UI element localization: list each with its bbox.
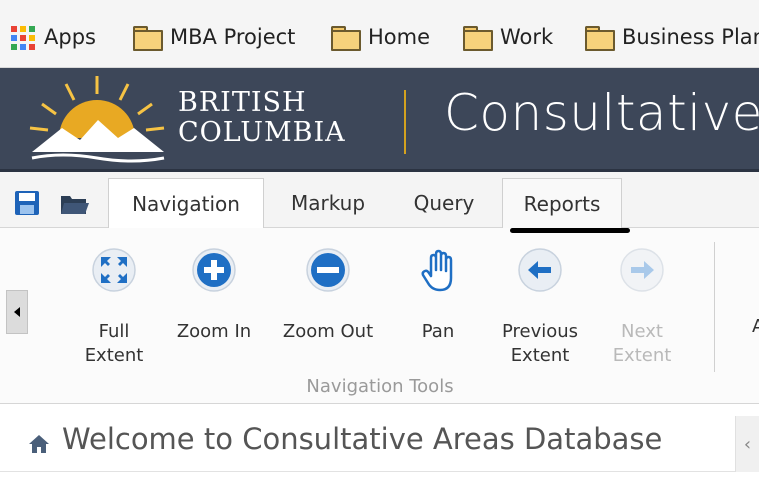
bc-wordmark-line2: COLUMBIA bbox=[178, 117, 346, 148]
tab-query[interactable]: Query bbox=[394, 178, 494, 228]
tool-label-line2: Extent bbox=[84, 345, 144, 366]
bookmarks-bar: Apps MBA Project Home Work Business Plan bbox=[0, 0, 759, 68]
open-folder-icon[interactable] bbox=[60, 192, 90, 216]
app-title: Consultative Areas Database bbox=[444, 84, 759, 142]
tab-navigation[interactable]: Navigation bbox=[108, 178, 264, 229]
tool-label-line2: Extent bbox=[612, 345, 672, 366]
previous-extent-icon bbox=[518, 248, 562, 292]
next-extent-icon bbox=[620, 248, 664, 292]
zoom-in-button[interactable]: Zoom In bbox=[164, 246, 264, 344]
tool-label: Zoom Out bbox=[278, 320, 378, 344]
welcome-panel: Welcome to Consultative Areas Database ‹ bbox=[0, 404, 759, 477]
tab-reports[interactable]: Reports bbox=[502, 178, 622, 228]
tool-label-line1: Pan bbox=[421, 321, 455, 342]
bookmark-label: Apps bbox=[44, 25, 96, 49]
zoom-out-icon bbox=[306, 248, 350, 292]
ribbon-group-label: Navigation Tools bbox=[306, 376, 454, 397]
bookmark-mba-project[interactable]: MBA Project bbox=[132, 22, 295, 52]
annotation-underline bbox=[510, 228, 630, 233]
tool-label: Next Extent bbox=[592, 320, 692, 368]
full-extent-button[interactable]: Full Extent bbox=[64, 246, 164, 368]
bookmark-apps[interactable]: Apps bbox=[8, 22, 96, 52]
tab-markup[interactable]: Markup bbox=[272, 178, 384, 228]
folder-icon bbox=[584, 26, 615, 51]
folder-icon bbox=[462, 26, 493, 51]
tool-label: Zoom In bbox=[164, 320, 264, 344]
home-icon[interactable] bbox=[28, 434, 50, 454]
previous-extent-button[interactable]: Previous Extent bbox=[490, 246, 590, 368]
ribbon-scroll-left-button[interactable] bbox=[6, 290, 28, 334]
tab-label: Query bbox=[413, 191, 475, 215]
tool-label: Full Extent bbox=[64, 320, 164, 368]
bookmark-work[interactable]: Work bbox=[462, 22, 553, 52]
bc-logo-icon bbox=[22, 76, 172, 166]
ribbon-panel: Full Extent Zoom In Zoom Out Pan Previou… bbox=[0, 228, 759, 404]
folder-icon bbox=[330, 26, 361, 51]
tool-label-line1: Zoom Out bbox=[282, 321, 374, 342]
tool-label: Pan bbox=[388, 320, 488, 344]
tab-label: Navigation bbox=[132, 191, 240, 216]
banner-divider bbox=[404, 90, 406, 154]
tool-label-line1: Previous bbox=[501, 321, 579, 342]
tool-label-line1: Full bbox=[98, 321, 130, 342]
bookmark-label: Home bbox=[368, 25, 431, 49]
bookmark-label: MBA Project bbox=[170, 25, 296, 49]
ribbon-next-group-label-clipped: A bbox=[752, 316, 759, 337]
full-extent-icon bbox=[92, 248, 136, 292]
tool-label-line1: Zoom In bbox=[176, 321, 252, 342]
apps-grid-icon bbox=[8, 23, 36, 51]
pan-hand-icon bbox=[421, 249, 453, 292]
ribbon-tab-bar: Navigation Markup Query Reports bbox=[0, 172, 759, 229]
bc-wordmark: BRITISH COLUMBIA bbox=[178, 88, 346, 148]
chevron-left-icon: ‹ bbox=[743, 433, 752, 455]
welcome-header: Welcome to Consultative Areas Database ‹ bbox=[0, 416, 759, 472]
app-banner: BRITISH COLUMBIA Consultative Areas Data… bbox=[0, 68, 759, 172]
tool-label-line1: Next bbox=[621, 321, 663, 342]
bookmark-label: Business Plan bbox=[622, 25, 759, 49]
tab-label: Reports bbox=[523, 191, 601, 216]
tab-label: Markup bbox=[290, 191, 366, 215]
zoom-out-button[interactable]: Zoom Out bbox=[278, 246, 378, 344]
ribbon-group-separator bbox=[714, 242, 715, 372]
save-icon[interactable] bbox=[14, 190, 40, 216]
bookmark-label: Work bbox=[500, 25, 554, 49]
bookmark-home[interactable]: Home bbox=[330, 22, 430, 52]
welcome-title: Welcome to Consultative Areas Database bbox=[62, 422, 663, 456]
next-extent-button[interactable]: Next Extent bbox=[592, 246, 692, 368]
tool-label-line2: Extent bbox=[510, 345, 570, 366]
pan-button[interactable]: Pan bbox=[388, 246, 488, 344]
folder-icon bbox=[132, 26, 163, 51]
zoom-in-icon bbox=[192, 248, 236, 292]
collapse-panel-button[interactable]: ‹ bbox=[735, 416, 759, 472]
tool-label: Previous Extent bbox=[490, 320, 590, 368]
chevron-left-icon bbox=[14, 307, 20, 317]
bookmark-business-plan[interactable]: Business Plan bbox=[584, 22, 759, 52]
bc-wordmark-line1: BRITISH bbox=[178, 87, 307, 118]
